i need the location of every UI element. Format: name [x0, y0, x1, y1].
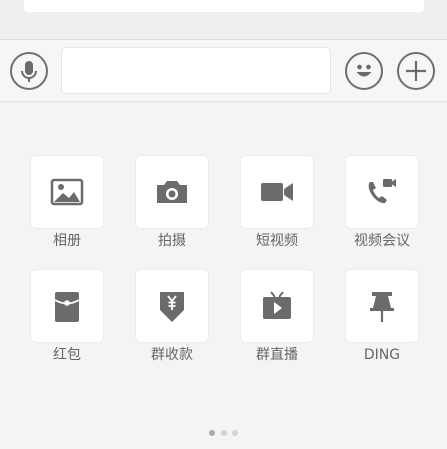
action-label: 短视频: [256, 233, 298, 249]
action-label: 相册: [53, 233, 81, 249]
photo-album-icon: [50, 178, 84, 206]
plus-icon: [406, 61, 426, 81]
action-label: 群收款: [151, 347, 193, 363]
page-indicator: [0, 430, 447, 438]
action-label: 红包: [53, 347, 81, 363]
camera-icon: [157, 181, 187, 203]
page-dot[interactable]: [209, 430, 215, 436]
message-input[interactable]: [61, 47, 331, 94]
action-label: 视频会议: [354, 233, 410, 249]
video-camera-icon: [261, 183, 293, 201]
action-short-video[interactable]: [240, 155, 314, 229]
action-group-live[interactable]: [240, 269, 314, 343]
ding-pin-icon: [370, 292, 394, 322]
action-label: 拍摄: [158, 233, 186, 249]
microphone-icon: [21, 61, 37, 82]
page-dot[interactable]: [221, 430, 227, 436]
message-card: [24, 0, 424, 12]
action-ding[interactable]: [345, 269, 419, 343]
action-label: 群直播: [256, 347, 298, 363]
action-red-packet[interactable]: [30, 269, 104, 343]
video-call-icon: [368, 179, 396, 204]
action-label: DING: [363, 347, 401, 363]
emoji-icon: [356, 64, 372, 77]
action-photo-album[interactable]: [30, 155, 104, 229]
more-button[interactable]: [397, 52, 435, 90]
emoji-button[interactable]: [345, 52, 383, 90]
action-camera[interactable]: [135, 155, 209, 229]
group-collection-icon: [160, 292, 184, 322]
voice-button[interactable]: [10, 52, 48, 90]
red-packet-icon: [54, 292, 80, 322]
group-live-icon: [263, 291, 291, 319]
action-group-collection[interactable]: [135, 269, 209, 343]
action-video-meeting[interactable]: [345, 155, 419, 229]
page-dot[interactable]: [232, 430, 238, 436]
message-area: [0, 0, 447, 40]
